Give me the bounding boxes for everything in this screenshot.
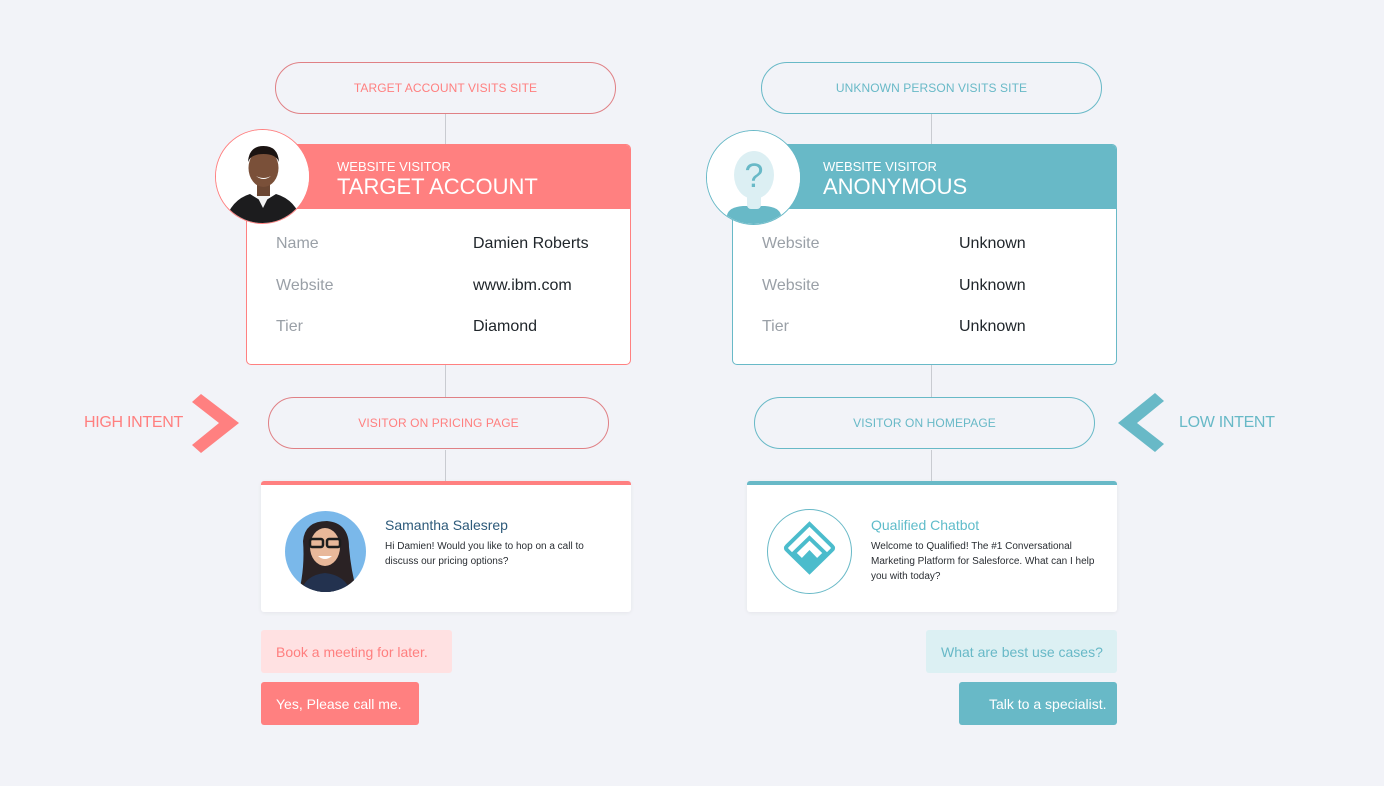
pill-label: VISITOR ON HOMEPAGE xyxy=(853,416,996,430)
call-me-button[interactable]: Yes, Please call me. xyxy=(261,682,419,725)
pricing-page-pill: VISITOR ON PRICING PAGE xyxy=(268,397,609,449)
qualified-logo-icon xyxy=(767,509,852,594)
anonymous-user-icon: ? xyxy=(706,130,801,225)
detail-value: Unknown xyxy=(959,276,1026,294)
pill-label: TARGET ACCOUNT VISITS SITE xyxy=(353,81,538,95)
detail-label: Tier xyxy=(276,318,303,335)
detail-label: Website xyxy=(762,276,820,294)
unknown-person-visits-pill: UNKNOWN PERSON VISITS SITE xyxy=(761,62,1102,114)
detail-row: Website www.ibm.com xyxy=(276,277,630,319)
connector-line xyxy=(445,450,446,482)
svg-text:?: ? xyxy=(745,157,764,195)
pill-label: VISITOR ON PRICING PAGE xyxy=(358,416,519,430)
card-subtitle: WEBSITE VISITOR xyxy=(337,159,451,174)
connector-line xyxy=(931,114,932,145)
connector-line xyxy=(931,365,932,398)
connector-line xyxy=(445,114,446,145)
salesrep-chat-card: Samantha Salesrep Hi Damien! Would you l… xyxy=(261,481,631,612)
chat-sender-name: Qualified Chatbot xyxy=(871,517,980,533)
detail-row: Tier Unknown xyxy=(762,318,1116,360)
detail-value: Damien Roberts xyxy=(473,235,589,252)
pill-label: UNKNOWN PERSON VISITS SITE xyxy=(835,81,1028,95)
detail-value: Unknown xyxy=(959,318,1026,335)
low-intent-label: LOW INTENT xyxy=(1179,414,1275,431)
detail-label: Website xyxy=(276,276,334,294)
card-title: ANONYMOUS xyxy=(823,174,968,199)
detail-row: Website Unknown xyxy=(762,277,1116,319)
detail-row: Website Unknown xyxy=(762,235,1116,277)
homepage-pill: VISITOR ON HOMEPAGE xyxy=(754,397,1095,449)
card-details: Website Unknown Website Unknown Tier Unknow… xyxy=(733,209,1116,360)
detail-label: Website xyxy=(762,235,820,252)
photo-woman-icon xyxy=(285,511,366,592)
card-title: TARGET ACCOUNT xyxy=(337,174,538,199)
talk-to-specialist-button[interactable]: Talk to a specialist. xyxy=(959,682,1117,725)
photo-man-icon xyxy=(215,129,310,224)
best-use-cases-button[interactable]: What are best use cases? xyxy=(926,630,1117,673)
detail-value: Diamond xyxy=(473,318,538,335)
detail-row: Name Damien Roberts xyxy=(276,235,630,277)
chevron-left-icon xyxy=(1118,393,1164,452)
chat-sender-name: Samantha Salesrep xyxy=(385,517,508,533)
target-account-visits-pill: TARGET ACCOUNT VISITS SITE xyxy=(275,62,616,114)
detail-value: Unknown xyxy=(959,235,1026,252)
detail-label: Name xyxy=(276,235,319,252)
card-details: Name Damien Roberts Website www.ibm.com Ti… xyxy=(247,209,630,360)
card-subtitle: WEBSITE VISITOR xyxy=(823,159,937,174)
detail-value: www.ibm.com xyxy=(473,276,572,294)
chat-accent-bar xyxy=(261,481,631,485)
book-meeting-later-button[interactable]: Book a meeting for later. xyxy=(261,630,452,673)
chat-accent-bar xyxy=(747,481,1117,485)
chatbot-chat-card: Qualified Chatbot Welcome to Qualified! … xyxy=(747,481,1117,612)
detail-label: Tier xyxy=(762,318,789,335)
detail-row: Tier Diamond xyxy=(276,318,630,360)
chevron-right-icon xyxy=(192,394,239,453)
chat-message: Welcome to Qualified! The #1 Conversatio… xyxy=(871,541,1095,582)
chat-message: Hi Damien! Would you like to hop on a ca… xyxy=(385,541,584,567)
connector-line xyxy=(931,450,932,482)
high-intent-label: HIGH INTENT xyxy=(84,414,183,431)
connector-line xyxy=(445,365,446,398)
